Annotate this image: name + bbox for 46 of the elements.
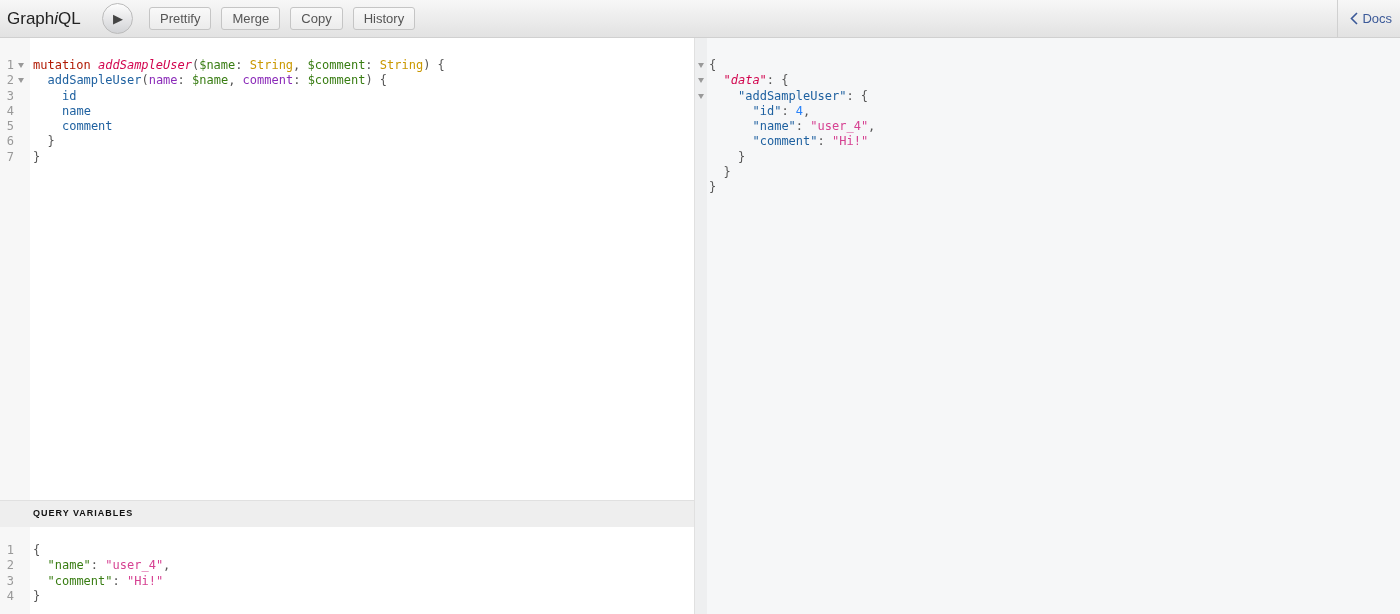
code-line: mutation addSampleUser($name: String, $comment: String) { [33, 58, 445, 74]
toolbar-button[interactable]: Prettify [149, 7, 212, 30]
line-number: 3 [5, 88, 15, 104]
line-number: 7 [5, 149, 15, 166]
line-number: 2 [5, 558, 15, 574]
chevron-left-icon [1350, 12, 1359, 25]
toolbar-button[interactable]: History [352, 7, 416, 30]
app-title: GraphiQL [7, 8, 81, 28]
code-line: "name": "user_4", [752, 119, 876, 135]
line-number: 4 [5, 588, 15, 605]
code-line: "addSampleUser": { [738, 88, 869, 104]
code-line: id [62, 88, 77, 104]
code-line: addSampleUser(name: $name, comment: $comment) { [47, 73, 388, 89]
line-number: 6 [5, 134, 15, 150]
code-line: "data": { [723, 73, 789, 89]
code-line: } [33, 149, 41, 166]
line-number: 3 [5, 573, 15, 589]
code-line: } [738, 149, 746, 166]
line-number: 5 [5, 119, 15, 135]
code-line: "comment": "Hi!" [752, 134, 869, 150]
toolbar-button[interactable]: Merge [221, 7, 281, 30]
line-number: 1 [5, 58, 15, 74]
code-line: } [47, 134, 55, 150]
code-line: } [709, 180, 717, 196]
variables-title: QUERY VARIABLES [33, 507, 134, 521]
toolbar-button[interactable]: Copy [290, 7, 343, 30]
variables-header[interactable]: QUERY VARIABLES [0, 500, 694, 527]
code-line: name [62, 103, 91, 120]
code-line: "comment": "Hi!" [47, 573, 164, 589]
code-line: { [33, 543, 41, 559]
code-line: "name": "user_4", [47, 558, 171, 574]
code-line: comment [62, 119, 113, 135]
fold-triangle-icon[interactable] [698, 78, 704, 84]
run-button[interactable]: ▶ [102, 3, 133, 34]
fold-triangle-icon[interactable] [698, 93, 704, 99]
line-number: 2 [5, 73, 15, 89]
line-number: 4 [5, 103, 15, 120]
code-line: } [723, 165, 731, 181]
docs-button[interactable]: Docs [1338, 0, 1400, 37]
code-line: { [709, 58, 717, 74]
code-line: } [33, 588, 41, 605]
code-line: "id": 4, [752, 103, 811, 120]
line-number: 1 [5, 543, 15, 559]
fold-triangle-icon[interactable] [18, 63, 24, 69]
fold-triangle-icon[interactable] [698, 63, 704, 69]
fold-triangle-icon[interactable] [18, 78, 24, 84]
